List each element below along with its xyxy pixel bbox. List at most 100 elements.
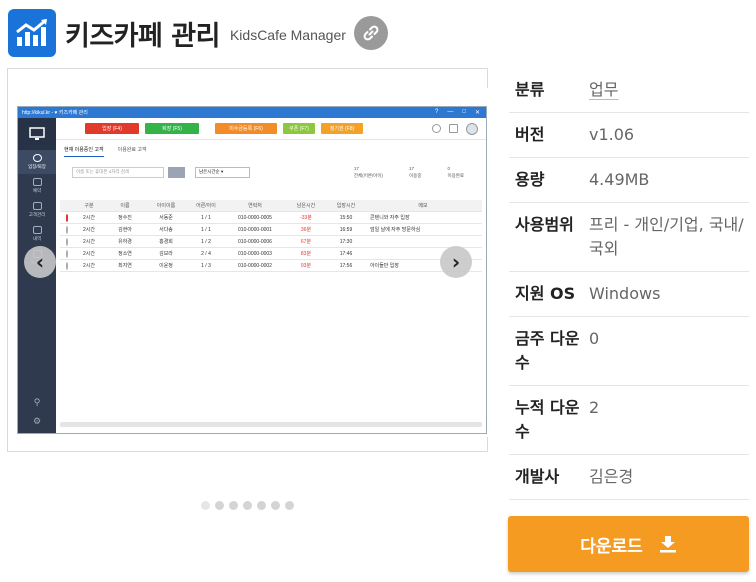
gear-icon: ⚙ <box>32 417 42 427</box>
cell-name: 유하경 <box>118 239 132 245</box>
info-value[interactable]: 업무 <box>589 78 618 102</box>
close-icon: ✕ <box>474 110 480 116</box>
column-header: 어른/아이 <box>196 203 216 209</box>
chevron-left-icon: ‹ <box>35 250 45 274</box>
pagination-dot[interactable] <box>215 501 224 510</box>
preview-search-input: 이름 또는 휴대폰 4자리 검색 <box>72 166 164 178</box>
cell-type: 2시간 <box>83 251 95 257</box>
app-subtitle: KidsCafe Manager <box>229 27 346 43</box>
info-value: Windows <box>589 284 661 303</box>
status-icon <box>66 225 68 234</box>
cell-count: 1 / 1 <box>201 226 211 233</box>
checkin-button: 입장 (F4) <box>85 123 139 134</box>
table-header: 구분 이름 아이이름 어른/아이 연락처 남은시간 입장시간 메모 <box>60 200 482 212</box>
pagination-dot[interactable] <box>201 501 210 510</box>
info-row: 금주 다운수 0 <box>509 317 749 386</box>
table-row: 2시간 김현아 서다송 1 / 1 010-0000-0001 36분 16:59 엄일 날에… <box>60 224 482 236</box>
pagination-dot[interactable] <box>285 501 294 510</box>
cell-child: 홍경희 <box>159 239 173 245</box>
help-icon: ? <box>435 109 439 115</box>
cell-memo: 엄일 날에 자주 방문하심 <box>370 227 421 233</box>
cell-enter-time: 16:59 <box>339 226 353 233</box>
cell-phone: 010-0000-0003 <box>238 250 272 257</box>
sidebar-item-label: 내역 <box>32 236 42 241</box>
stat-label: 이용완료 <box>447 172 464 178</box>
cell-name: 김현아 <box>118 227 132 233</box>
cell-memo: 콘텐니와 자주 입장 <box>370 215 410 221</box>
cell-name: 정소연 <box>118 251 132 257</box>
sidebar-item-reservation: 예약 <box>18 174 56 198</box>
tab-current-customers: 현재 이용중인 고객 <box>64 146 104 157</box>
gallery-next-button[interactable]: › <box>440 246 472 278</box>
cell-name: 정수진 <box>118 215 132 221</box>
cell-count: 1 / 3 <box>201 262 211 269</box>
cell-type: 2시간 <box>83 263 95 269</box>
sidebar-item-label: 입장/퇴장 <box>28 164 46 169</box>
sidebar-item-label: 고객관리 <box>28 212 46 217</box>
table-row: 2시간 정소연 김보라 2 / 4 010-0000-0003 83분 17:46 <box>60 248 482 260</box>
table-row: 2시간 유하경 홍경희 1 / 2 010-0000-0006 67분 17:30 <box>60 236 482 248</box>
receivable-button: 미수금등록 (F6) <box>215 123 277 134</box>
sidebar-item-checkin: 입장/퇴장 <box>18 150 56 174</box>
list-icon <box>32 226 42 234</box>
search-icon: ⚲ <box>33 398 41 408</box>
info-value: 4.49MB <box>589 170 650 189</box>
cell-enter-time: 17:56 <box>339 262 353 269</box>
gallery-slide[interactable]: http://kikul.kr - ♥ 키즈카페 관리 ? — □ ✕ 입장/퇴… <box>9 88 488 437</box>
info-row: 사용범위 프리 - 개인/기업, 국내/국외 <box>509 203 749 272</box>
column-header: 남은시간 <box>296 203 316 209</box>
preview-customer-table: 구분 이름 아이이름 어른/아이 연락처 남은시간 입장시간 메모 2시간 정수진… <box>60 200 482 272</box>
cell-phone: 010-0000-0002 <box>238 262 272 269</box>
gallery-prev-button[interactable]: ‹ <box>24 246 56 278</box>
clock-icon <box>432 124 441 133</box>
toolbar-icons <box>432 122 486 135</box>
avatar-icon <box>466 122 478 135</box>
download-icon <box>659 536 676 553</box>
info-label: 개발사 <box>515 467 560 486</box>
stat-total: 17 전체(어른/아이) <box>354 166 383 179</box>
alarm-icon <box>66 213 68 222</box>
pagination-dot[interactable] <box>229 501 238 510</box>
info-row: 지원 OS Windows <box>509 272 749 317</box>
coupon-button: 쿠폰 (F7) <box>283 123 315 134</box>
cell-phone: 010-0000-0006 <box>238 238 272 245</box>
info-value: 프리 - 개인/기업, 국내/국외 <box>589 215 744 258</box>
calendar-icon <box>32 178 42 186</box>
stat-label: 이용중 <box>409 172 422 178</box>
sidebar-item-history: 내역 <box>18 222 56 246</box>
info-label: 용량 <box>515 170 545 189</box>
monitor-icon <box>18 118 56 150</box>
cell-phone: 010-0000-0001 <box>238 226 272 233</box>
cell-child: 김보라 <box>159 251 173 257</box>
preview-toolbar: 입장 (F4) 퇴장 (F5) 미수금등록 (F6) 쿠폰 (F7) 정기권 (… <box>56 118 486 140</box>
download-button[interactable]: 다운로드 <box>508 516 749 572</box>
stat-value: 17 <box>409 165 415 171</box>
pagination-dot[interactable] <box>271 501 280 510</box>
column-header: 아이이름 <box>156 203 176 209</box>
column-header: 입장시간 <box>336 203 356 209</box>
copy-link-button[interactable] <box>353 16 388 50</box>
table-row: 2시간 최지연 이윤정 1 / 3 010-0000-0002 93분 17:56 아이들만 … <box>60 260 482 272</box>
cell-type: 2시간 <box>83 227 95 233</box>
pagination-dot[interactable] <box>243 501 252 510</box>
window-titlebar: http://kikul.kr - ♥ 키즈카페 관리 ? — □ ✕ <box>18 107 486 118</box>
app-logo <box>8 9 56 57</box>
status-icon <box>66 249 68 258</box>
cell-remaining: 83분 <box>300 251 312 257</box>
sidebar-bottom: ⚲ ⚙ <box>18 398 56 427</box>
preview-scrollbar <box>60 422 482 427</box>
stat-value: 17 <box>353 165 359 171</box>
pagination-dot[interactable] <box>257 501 266 510</box>
info-label: 누적 다운수 <box>515 398 580 441</box>
minimize-icon: — <box>447 109 454 115</box>
window-controls: ? — □ ✕ <box>435 109 486 116</box>
info-row: 개발사 김은경 <box>509 455 749 500</box>
download-label: 다운로드 <box>580 536 643 557</box>
info-value: 김은경 <box>589 467 634 486</box>
status-icon <box>66 237 68 246</box>
column-header: 이름 <box>120 203 130 209</box>
info-label: 지원 OS <box>515 284 576 303</box>
checkin-icon <box>32 154 42 162</box>
checkout-button: 퇴장 (F5) <box>145 123 199 134</box>
preview-sort-select: 남은시간순 ▾ <box>195 166 250 178</box>
